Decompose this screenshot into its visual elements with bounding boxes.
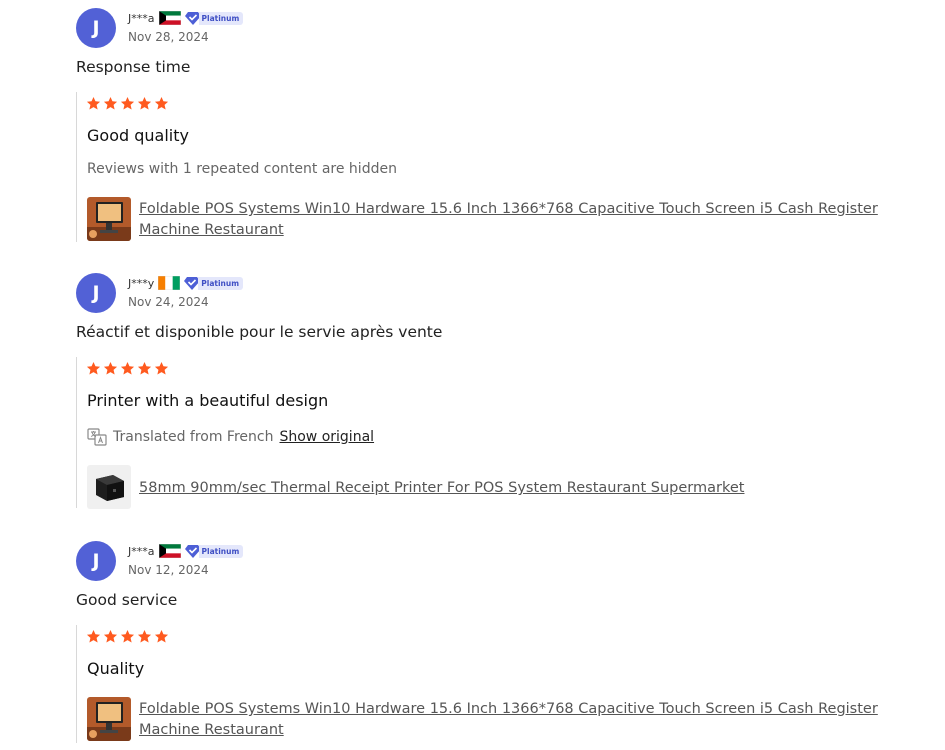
review-item: J J***a Platinum Nov 12, 2024 Good servi…: [0, 533, 945, 750]
star-icon: [103, 361, 118, 375]
product-thumbnail[interactable]: [87, 465, 131, 509]
reviewer-name: J***a: [128, 11, 155, 25]
hidden-reviews-note: Reviews with 1 repeated content are hidd…: [87, 161, 397, 177]
star-rating: [86, 96, 169, 111]
avatar: J: [76, 273, 116, 313]
star-rating: [86, 629, 169, 644]
review-item: J J***a Platinum Nov 28, 2024 Response t…: [0, 0, 945, 250]
star-icon: [103, 629, 118, 643]
review-comment: Response time: [76, 58, 191, 76]
ivory-coast-flag-icon: [158, 276, 181, 290]
review-body: Quality Foldable POS Systems Win10 Hardw…: [76, 625, 937, 743]
translation-note: Translated from French Show original: [87, 428, 374, 446]
reviewer-info: J***a Platinum: [128, 11, 244, 25]
review-body: Good quality Reviews with 1 repeated con…: [76, 92, 937, 242]
show-original-link[interactable]: Show original: [279, 429, 374, 445]
star-icon: [86, 629, 101, 643]
reviewer-name: J***y: [128, 276, 155, 290]
product-link[interactable]: Foldable POS Systems Win10 Hardware 15.6…: [139, 699, 899, 741]
star-rating: [86, 361, 169, 376]
reviewer-info: J***y Platinum: [128, 276, 244, 290]
badge-label: Platinum: [198, 544, 244, 558]
reviewer-info: J***a Platinum: [128, 544, 244, 558]
kuwait-flag-icon: [158, 544, 181, 558]
platinum-badge: Platinum: [184, 11, 244, 25]
review-date: Nov 12, 2024: [128, 563, 209, 577]
review-comment: Réactif et disponible pour le servie apr…: [76, 323, 443, 341]
review-date: Nov 28, 2024: [128, 30, 209, 44]
translate-icon: [87, 428, 107, 446]
badge-label: Platinum: [198, 11, 244, 25]
avatar: J: [76, 541, 116, 581]
platinum-badge: Platinum: [184, 544, 244, 558]
review-item: J J***y Platinum Nov 24, 2024 Réactif et…: [0, 265, 945, 515]
star-icon: [120, 361, 135, 375]
star-icon: [137, 361, 152, 375]
reviewer-name: J***a: [128, 544, 155, 558]
badge-label: Platinum: [198, 276, 244, 290]
star-icon: [154, 361, 169, 375]
star-icon: [154, 629, 169, 643]
product-link[interactable]: Foldable POS Systems Win10 Hardware 15.6…: [139, 199, 899, 241]
review-comment: Good service: [76, 591, 178, 609]
star-icon: [86, 96, 101, 110]
star-icon: [154, 96, 169, 110]
avatar: J: [76, 8, 116, 48]
star-icon: [86, 361, 101, 375]
product-thumbnail[interactable]: [87, 197, 131, 241]
product-thumbnail[interactable]: [87, 697, 131, 741]
kuwait-flag-icon: [158, 11, 181, 25]
translated-label: Translated from French: [113, 429, 274, 445]
review-headline: Good quality: [87, 126, 189, 145]
star-icon: [103, 96, 118, 110]
star-icon: [120, 96, 135, 110]
review-headline: Quality: [87, 659, 145, 678]
star-icon: [120, 629, 135, 643]
product-link[interactable]: 58mm 90mm/sec Thermal Receipt Printer Fo…: [139, 478, 899, 499]
star-icon: [137, 629, 152, 643]
star-icon: [137, 96, 152, 110]
review-date: Nov 24, 2024: [128, 295, 209, 309]
platinum-badge: Platinum: [184, 276, 244, 290]
review-headline: Printer with a beautiful design: [87, 391, 329, 410]
review-body: Printer with a beautiful design Translat…: [76, 357, 937, 509]
